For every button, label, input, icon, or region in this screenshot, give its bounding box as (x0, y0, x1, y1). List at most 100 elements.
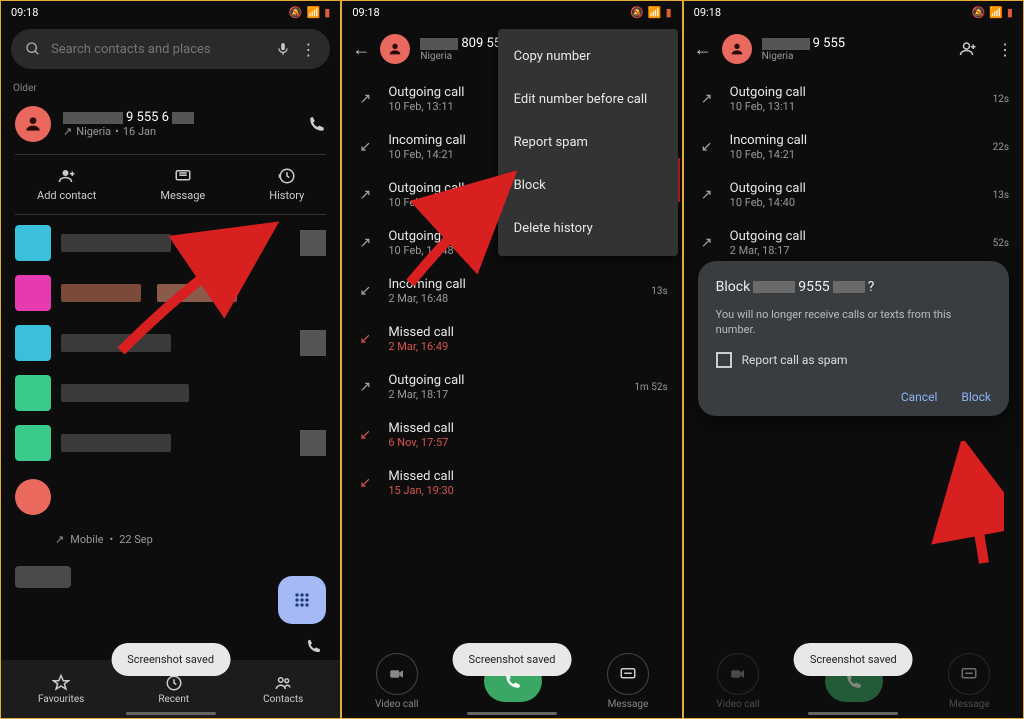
more-icon[interactable]: ⋮ (300, 40, 316, 59)
avatar (380, 34, 410, 64)
call-duration: 1m 52s (634, 382, 667, 393)
call-time: 2 Mar, 16:49 (388, 340, 653, 353)
call-text: Missed call 15 Jan, 19:30 (388, 469, 653, 497)
call-type: Incoming call (388, 277, 637, 292)
call-type: Outgoing call (730, 85, 979, 100)
outgoing-arrow-icon: ↗ (698, 91, 716, 107)
outgoing-arrow-icon: ↗ (698, 187, 716, 203)
call-icon[interactable] (306, 638, 322, 654)
video-icon (376, 653, 418, 695)
outgoing-arrow-icon: ↗ (356, 187, 374, 203)
call-entry[interactable]: ↗ Outgoing call 10 Feb, 13:11 12s (684, 75, 1023, 123)
status-icons: 🔕 📶 ▮ (972, 6, 1013, 19)
battery-icon: ▮ (1007, 6, 1013, 19)
search-bar[interactable]: ⋮ (11, 29, 330, 69)
list-item[interactable] (1, 475, 340, 519)
history-button[interactable]: History (269, 167, 304, 202)
call-type: Outgoing call (730, 229, 979, 244)
call-duration: 22s (993, 142, 1009, 153)
call-entry[interactable]: ↙ Missed call 15 Jan, 19:30 (342, 459, 681, 507)
report-spam-checkbox[interactable]: Report call as spam (716, 352, 991, 368)
dnd-icon: 🔕 (972, 6, 986, 19)
call-entry[interactable]: ↗ Outgoing call 2 Mar, 18:17 52s (684, 219, 1023, 267)
dialog-body: You will no longer receive calls or text… (716, 307, 991, 338)
menu-delete-history[interactable]: Delete history (498, 207, 678, 250)
nav-contacts[interactable]: Contacts (263, 674, 303, 705)
call-entry[interactable]: ↗ Outgoing call 10 Feb, 14:40 13s (684, 171, 1023, 219)
contact-sub: ↗ Nigeria • 16 Jan (63, 125, 296, 138)
call-time: 2 Mar, 18:17 (730, 244, 979, 257)
incoming-arrow-icon: ↙ (356, 139, 374, 155)
menu-block[interactable]: Block (498, 164, 678, 207)
menu-edit-number[interactable]: Edit number before call (498, 78, 678, 121)
message-button[interactable]: Message (607, 653, 649, 710)
contact-number: 9 555 6 (63, 110, 296, 125)
call-duration: 13s (651, 286, 667, 297)
dnd-icon: 🔕 (289, 6, 303, 19)
list-item[interactable] (1, 325, 340, 361)
call-text: Outgoing call 2 Mar, 18:17 (388, 373, 620, 401)
call-entry[interactable]: ↙ Missed call 6 Nov, 17:57 (342, 411, 681, 459)
message-button[interactable]: Message (160, 167, 205, 202)
status-bar: 09:18 🔕 📶 ▮ (1, 1, 340, 23)
nav-indicator (126, 712, 216, 715)
more-icon[interactable]: ⋮ (997, 40, 1013, 59)
checkbox-icon (716, 352, 732, 368)
call-duration: 12s (993, 94, 1009, 105)
dialpad-fab[interactable] (278, 576, 326, 624)
status-icons: 🔕 📶 ▮ (630, 6, 671, 19)
list-item-sub: ↗ Mobile • 22 Sep (1, 533, 340, 550)
call-entry[interactable]: ↙ Incoming call 2 Mar, 16:48 13s (342, 267, 681, 315)
call-time: 6 Nov, 17:57 (388, 436, 653, 449)
dnd-icon: 🔕 (630, 6, 644, 19)
call-type: Missed call (388, 421, 653, 436)
mic-icon[interactable] (276, 42, 290, 56)
list-item[interactable] (1, 275, 340, 311)
search-input[interactable] (51, 42, 266, 57)
block-dialog: Block9555? You will no longer receive ca… (698, 261, 1009, 416)
status-time: 09:18 (11, 6, 38, 19)
toast: Screenshot saved (453, 643, 572, 676)
call-icon[interactable] (308, 115, 326, 133)
add-contact-icon[interactable] (959, 40, 977, 58)
status-time: 09:18 (352, 6, 379, 19)
message-button[interactable]: Message (948, 653, 990, 710)
context-menu: Copy number Edit number before call Repo… (498, 29, 678, 256)
battery-icon: ▮ (324, 6, 330, 19)
call-duration: 13s (993, 190, 1009, 201)
add-contact-button[interactable]: Add contact (37, 167, 96, 202)
menu-report-spam[interactable]: Report spam (498, 121, 678, 164)
call-type: Incoming call (730, 133, 979, 148)
call-entry[interactable]: ↙ Incoming call 10 Feb, 14:21 22s (684, 123, 1023, 171)
back-button[interactable]: ← (694, 39, 712, 60)
video-call-button[interactable]: Video call (716, 653, 759, 710)
call-time: 2 Mar, 16:48 (388, 292, 637, 305)
call-text: Outgoing call 2 Mar, 18:17 (730, 229, 979, 257)
nav-recent[interactable]: Recent (158, 674, 189, 705)
call-time: 10 Feb, 14:21 (730, 148, 979, 161)
panel-call-history: 09:18 🔕 📶 ▮ ← 809 555 Nigeria ↗ Outgoing… (341, 0, 682, 719)
avatar (722, 34, 752, 64)
nav-favourites[interactable]: Favourites (38, 674, 84, 705)
menu-copy-number[interactable]: Copy number (498, 35, 678, 78)
call-entry[interactable]: ↙ Missed call 2 Mar, 16:49 (342, 315, 681, 363)
back-button[interactable]: ← (352, 39, 370, 60)
video-call-button[interactable]: Video call (375, 653, 418, 710)
missed-arrow-icon: ↙ (356, 331, 374, 347)
contact-row[interactable]: 9 555 6 ↗ Nigeria • 16 Jan (1, 98, 340, 150)
call-text: Outgoing call 10 Feb, 14:40 (730, 181, 979, 209)
list-item[interactable] (1, 375, 340, 411)
call-entry[interactable]: ↗ Outgoing call 2 Mar, 18:17 1m 52s (342, 363, 681, 411)
call-time: 2 Mar, 18:17 (388, 388, 620, 401)
call-type: Outgoing call (730, 181, 979, 196)
cancel-button[interactable]: Cancel (901, 390, 938, 404)
block-button[interactable]: Block (961, 390, 991, 404)
list-item[interactable] (1, 225, 340, 261)
list-item[interactable] (1, 425, 340, 461)
outgoing-arrow-icon: ↗ (698, 235, 716, 251)
signal-icon: 📶 (989, 6, 1003, 19)
missed-arrow-icon: ↙ (356, 427, 374, 443)
status-icons: 🔕 📶 ▮ (289, 6, 330, 19)
contact-info: 9 555 6 ↗ Nigeria • 16 Jan (63, 110, 296, 138)
nav-indicator (808, 712, 898, 715)
